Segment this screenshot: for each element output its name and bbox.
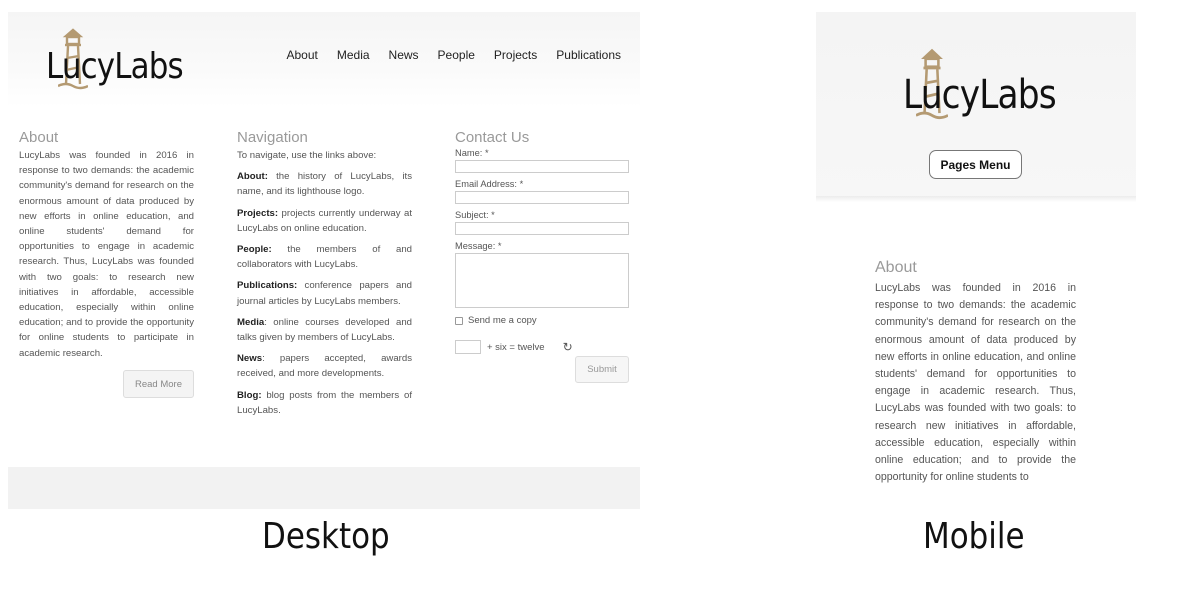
nav-item-projects[interactable]: Projects xyxy=(494,48,537,62)
nav-entry-blog: Blog: blog posts from the members of Luc… xyxy=(237,388,412,418)
navigation-section: Navigation To navigate, use the links ab… xyxy=(237,129,412,424)
subject-label: Subject: * xyxy=(455,210,495,220)
about-heading: About xyxy=(875,259,917,276)
name-field[interactable] xyxy=(455,160,629,173)
about-section: About LucyLabs was founded in 2016 in re… xyxy=(19,129,194,361)
navigation-intro: To navigate, use the links above: xyxy=(237,150,377,161)
nav-entry-term: Projects: xyxy=(237,207,279,219)
nav-entry-publications: Publications: conference papers and jour… xyxy=(237,278,412,308)
message-field[interactable] xyxy=(455,253,629,308)
mobile-header: LucyLabs Pages Menu xyxy=(816,12,1136,196)
nav-entry-term: People: xyxy=(237,244,272,256)
email-field[interactable] xyxy=(455,191,629,204)
nav-entry-projects: Projects: projects currently underway at… xyxy=(237,206,412,236)
pages-menu-button[interactable]: Pages Menu xyxy=(929,150,1022,179)
nav-item-media[interactable]: Media xyxy=(337,48,370,62)
name-label: Name: * xyxy=(455,148,489,158)
email-label: Email Address: * xyxy=(455,179,524,189)
mobile-about-section: About LucyLabs was founded in 2016 in re… xyxy=(875,259,1076,486)
nav-entry-about: About: the history of LucyLabs, its name… xyxy=(237,169,412,199)
navigation-heading: Navigation xyxy=(237,129,308,146)
about-body: LucyLabs was founded in 2016 in response… xyxy=(875,282,1076,484)
nav-item-news[interactable]: News xyxy=(389,48,419,62)
main-nav: About Media News People Projects Publica… xyxy=(286,48,621,62)
nav-entry-term: News xyxy=(237,353,263,365)
nav-entry-desc: blog posts from the members of LucyLabs. xyxy=(237,389,412,416)
about-heading: About xyxy=(19,129,59,146)
nav-entry-term: Blog: xyxy=(237,389,262,401)
nav-entry-media: Media: online courses developed and talk… xyxy=(237,315,412,345)
send-copy-row[interactable]: Send me a copy xyxy=(455,315,630,326)
message-label: Message: * xyxy=(455,241,502,251)
contact-section: Contact Us Name: * Email Address: * Subj… xyxy=(455,129,630,354)
subject-field[interactable] xyxy=(455,222,629,235)
refresh-icon[interactable]: ↻ xyxy=(563,340,573,354)
captcha-row: + six = twelve ↻ xyxy=(455,340,630,354)
site-logo[interactable]: LucyLabs xyxy=(903,46,1057,124)
send-copy-label: Send me a copy xyxy=(468,315,537,326)
logo-text: LucyLabs xyxy=(46,46,184,87)
submit-button[interactable]: Submit xyxy=(575,356,629,383)
contact-heading: Contact Us xyxy=(455,129,530,146)
nav-entry-people: People: the members of and collaborators… xyxy=(237,242,412,272)
nav-entry-news: News: papers accepted, awards received, … xyxy=(237,351,412,381)
checkbox-icon[interactable] xyxy=(455,316,463,325)
nav-entry-term: Media xyxy=(237,316,265,328)
nav-entry-term: Publications: xyxy=(237,280,298,292)
nav-entry-desc: : online courses developed and talks giv… xyxy=(237,316,412,344)
header-shadow xyxy=(816,196,1136,202)
nav-item-publications[interactable]: Publications xyxy=(556,48,621,62)
desktop-header: LucyLabs About Media News People Project… xyxy=(8,12,640,107)
mobile-caption: Mobile xyxy=(923,516,1025,557)
site-logo[interactable]: LucyLabs xyxy=(46,26,186,92)
nav-item-people[interactable]: People xyxy=(438,48,475,62)
desktop-caption: Desktop xyxy=(262,516,390,557)
captcha-input[interactable] xyxy=(455,340,481,354)
nav-entry-desc: : papers accepted, awards received, and … xyxy=(237,353,412,380)
mobile-mockup: LucyLabs Pages Menu About LucyLabs was f… xyxy=(816,12,1136,509)
about-body: LucyLabs was founded in 2016 in response… xyxy=(19,150,194,359)
nav-item-about[interactable]: About xyxy=(286,48,317,62)
nav-entry-term: About: xyxy=(237,171,268,183)
captcha-question: + six = twelve xyxy=(487,341,545,353)
logo-text: LucyLabs xyxy=(903,72,1057,118)
read-more-button[interactable]: Read More xyxy=(123,370,194,398)
desktop-footer xyxy=(8,467,640,509)
desktop-mockup: LucyLabs About Media News People Project… xyxy=(8,12,640,509)
